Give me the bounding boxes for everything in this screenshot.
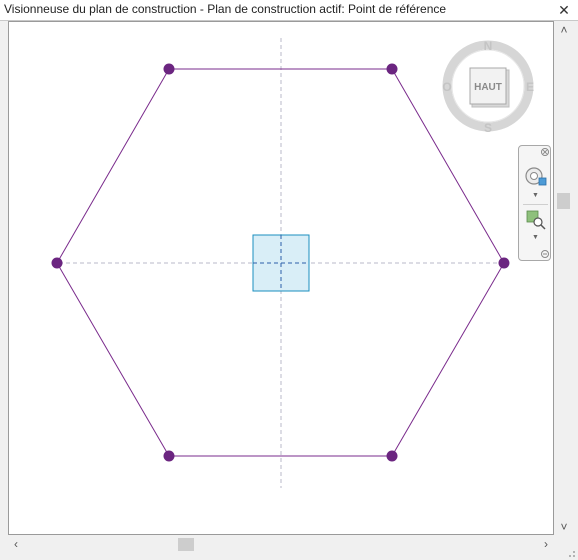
steering-wheel-dropdown-icon[interactable]: ▼ bbox=[519, 192, 552, 199]
compass-north-label: N bbox=[484, 39, 493, 53]
window-title: Visionneuse du plan de construction - Pl… bbox=[4, 2, 447, 16]
navbar-separator bbox=[523, 204, 548, 205]
hexagon-vertex[interactable] bbox=[51, 257, 63, 269]
horizontal-scroll-thumb[interactable] bbox=[178, 538, 194, 551]
navigation-bar: ▼ ▼ bbox=[518, 145, 551, 261]
compass-south-label: S bbox=[484, 121, 492, 135]
work-plane-viewer-window: Visionneuse du plan de construction - Pl… bbox=[0, 0, 578, 560]
plan-view: HAUT N S E O bbox=[51, 38, 534, 488]
viewcube[interactable]: HAUT N S E O bbox=[442, 39, 534, 135]
chevron-down-icon[interactable]: ˅ bbox=[558, 521, 570, 533]
chevron-left-icon[interactable]: ‹ bbox=[10, 538, 22, 550]
hexagon-vertex[interactable] bbox=[163, 450, 175, 462]
resize-grip-icon[interactable] bbox=[566, 548, 576, 558]
zoom-dropdown-icon[interactable]: ▼ bbox=[519, 234, 552, 241]
title-bar: Visionneuse du plan de construction - Pl… bbox=[0, 0, 578, 21]
compass-east-label: E bbox=[526, 80, 534, 94]
hexagon-vertex[interactable] bbox=[386, 63, 398, 75]
zoom-extents-icon[interactable] bbox=[526, 210, 546, 230]
vertical-scroll-thumb[interactable] bbox=[557, 193, 570, 209]
hexagon-vertex[interactable] bbox=[498, 257, 510, 269]
horizontal-scrollbar[interactable]: ‹ › bbox=[8, 536, 554, 553]
hexagon-vertex[interactable] bbox=[163, 63, 175, 75]
chevron-up-icon[interactable]: ˄ bbox=[558, 24, 570, 36]
vertical-scrollbar[interactable]: ˄ ˅ bbox=[555, 21, 572, 535]
compass-west-label: O bbox=[442, 80, 451, 94]
close-button[interactable]: ✕ bbox=[556, 2, 572, 18]
drawing-canvas[interactable]: HAUT N S E O bbox=[8, 21, 554, 535]
navbar-options-icon[interactable] bbox=[541, 250, 549, 258]
hexagon-vertex[interactable] bbox=[386, 450, 398, 462]
viewcube-face-label: HAUT bbox=[474, 82, 502, 93]
steering-wheel-icon[interactable] bbox=[524, 166, 548, 188]
chevron-right-icon[interactable]: › bbox=[540, 538, 552, 550]
close-icon[interactable] bbox=[541, 148, 549, 156]
